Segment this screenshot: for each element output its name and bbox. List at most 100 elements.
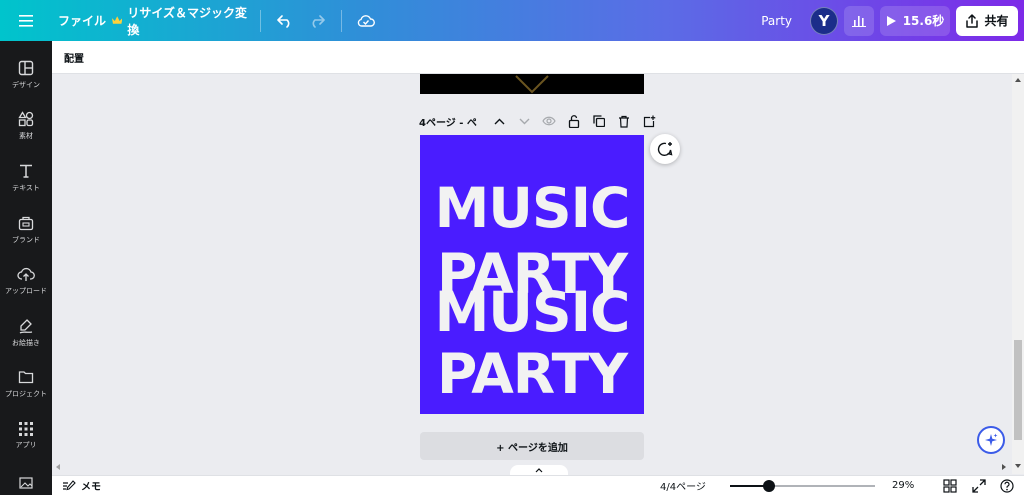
add-comment-button[interactable] bbox=[650, 134, 680, 164]
collapse-pages-button[interactable] bbox=[510, 465, 568, 475]
share-button[interactable]: 共有 bbox=[956, 5, 1018, 36]
projects-icon bbox=[18, 371, 34, 384]
sidebar-item-design[interactable]: デザイン bbox=[0, 50, 52, 100]
context-toolbar: 配置 bbox=[52, 41, 1024, 74]
duplicate-icon bbox=[593, 115, 606, 127]
undo-button[interactable] bbox=[269, 0, 301, 41]
share-icon bbox=[966, 13, 979, 28]
sidebar-item-label: テキスト bbox=[12, 184, 40, 192]
elements-icon bbox=[18, 111, 34, 127]
cloud-check-icon bbox=[357, 15, 375, 27]
eye-icon bbox=[542, 116, 557, 126]
sidebar-item-label: デザイン bbox=[12, 81, 40, 89]
page-count[interactable]: 4/4ページ bbox=[660, 478, 706, 493]
sidebar-item-projects[interactable]: プロジェクト bbox=[0, 359, 52, 409]
resize-magic-button[interactable]: リサイズ＆マジック変換 bbox=[112, 0, 252, 41]
upload-icon bbox=[17, 267, 35, 281]
brand-icon bbox=[18, 216, 34, 231]
avatar[interactable]: Y bbox=[810, 6, 838, 35]
zoom-slider-handle[interactable] bbox=[763, 480, 776, 492]
design-page[interactable]: MUSIC PARTY MUSIC PARTY bbox=[420, 135, 644, 414]
design-icon bbox=[18, 60, 34, 76]
present-duration: 15.6秒 bbox=[902, 14, 945, 28]
sparkle-icon bbox=[985, 433, 998, 446]
crown-icon bbox=[112, 16, 123, 24]
redo-button[interactable] bbox=[301, 0, 333, 41]
hamburger-icon bbox=[19, 14, 33, 27]
delete-page-button[interactable] bbox=[612, 112, 637, 130]
trash-icon bbox=[619, 115, 630, 128]
scroll-down-arrow-icon bbox=[1015, 464, 1021, 468]
sidebar: デザイン 素材 テキスト ブランド アップロード お絵描き プロジェクト アプリ bbox=[0, 41, 52, 495]
add-page-icon bbox=[643, 115, 656, 127]
add-page-button-small[interactable] bbox=[637, 112, 662, 130]
lock-page-button[interactable] bbox=[562, 112, 587, 130]
share-label: 共有 bbox=[984, 14, 1009, 28]
help-button[interactable] bbox=[1000, 479, 1014, 493]
scroll-up-arrow-icon bbox=[1015, 78, 1021, 82]
magic-assistant-button[interactable] bbox=[977, 426, 1005, 454]
sidebar-item-label: アプリ bbox=[15, 441, 37, 449]
zoom-level[interactable]: 29% bbox=[892, 480, 914, 491]
notes-label: メモ bbox=[81, 482, 101, 493]
sidebar-item-label: プロジェクト bbox=[5, 390, 47, 398]
zoom-slider[interactable] bbox=[730, 480, 875, 492]
scroll-left-arrow-icon bbox=[56, 464, 60, 470]
canvas-area[interactable]: 4ページ - ペ MUSIC PARTY MUSIC PARTY + ページを追 bbox=[52, 74, 1012, 474]
page-title-label[interactable]: 4ページ - ペ bbox=[419, 114, 477, 129]
poster-text-party-duplicate[interactable]: PARTY bbox=[420, 347, 644, 402]
menu-button[interactable] bbox=[0, 0, 52, 41]
draw-icon bbox=[19, 319, 33, 334]
sidebar-item-label: アップロード bbox=[5, 287, 47, 295]
gold-chevron-icon bbox=[515, 75, 549, 94]
sidebar-item-elements[interactable]: 素材 bbox=[0, 101, 52, 151]
help-icon bbox=[1000, 479, 1014, 493]
notes-pencil-icon bbox=[63, 479, 76, 490]
chevron-up-icon bbox=[535, 467, 543, 472]
undo-icon bbox=[277, 14, 290, 28]
previous-page-thumbnail[interactable] bbox=[420, 74, 644, 94]
grid-view-icon bbox=[943, 479, 957, 493]
chevron-up-icon bbox=[494, 118, 505, 124]
vertical-scroll-thumb[interactable] bbox=[1014, 340, 1022, 440]
page-toolbar: 4ページ - ペ bbox=[419, 112, 662, 130]
position-button[interactable]: 配置 bbox=[64, 50, 84, 65]
duplicate-page-button[interactable] bbox=[587, 112, 612, 130]
file-menu-button[interactable]: ファイル bbox=[52, 0, 112, 41]
bar-chart-icon bbox=[852, 15, 866, 27]
topbar-divider bbox=[341, 9, 342, 32]
image-icon bbox=[19, 477, 33, 489]
add-page-button[interactable]: + ページを追加 bbox=[420, 432, 644, 460]
grid-view-button[interactable] bbox=[943, 479, 957, 493]
redo-icon bbox=[312, 14, 325, 28]
poster-text-music[interactable]: MUSIC bbox=[420, 181, 644, 236]
sidebar-item-apps[interactable]: アプリ bbox=[0, 411, 52, 461]
sidebar-item-upload[interactable]: アップロード bbox=[0, 256, 52, 306]
top-bar: ファイル リサイズ＆マジック変換 Party Y 15.6秒 共有 bbox=[0, 0, 1024, 41]
poster-text-music-duplicate[interactable]: MUSIC bbox=[420, 285, 644, 340]
present-button[interactable]: 15.6秒 bbox=[880, 5, 950, 36]
topbar-divider bbox=[260, 9, 261, 32]
notes-button[interactable]: メモ bbox=[62, 478, 101, 493]
save-status-button[interactable] bbox=[350, 0, 382, 41]
chevron-down-icon bbox=[519, 118, 530, 124]
play-icon bbox=[886, 15, 896, 26]
hide-page-button[interactable] bbox=[537, 112, 562, 130]
sidebar-item-photos[interactable] bbox=[0, 471, 52, 495]
sidebar-item-brand[interactable]: ブランド bbox=[0, 205, 52, 255]
fullscreen-button[interactable] bbox=[972, 479, 986, 493]
sidebar-item-draw[interactable]: お絵描き bbox=[0, 308, 52, 358]
design-title[interactable]: Party bbox=[761, 0, 792, 41]
insights-button[interactable] bbox=[844, 5, 874, 36]
scroll-right-arrow-icon bbox=[1002, 464, 1006, 470]
resize-magic-label: リサイズ＆マジック変換 bbox=[127, 5, 248, 37]
fullscreen-icon bbox=[972, 479, 986, 493]
text-icon bbox=[20, 164, 32, 178]
sidebar-item-label: ブランド bbox=[12, 236, 40, 244]
sidebar-item-label: お絵描き bbox=[12, 339, 40, 347]
vertical-scrollbar[interactable] bbox=[1012, 74, 1024, 474]
move-up-button[interactable] bbox=[487, 112, 512, 130]
sidebar-item-text[interactable]: テキスト bbox=[0, 153, 52, 203]
move-down-button[interactable] bbox=[512, 112, 537, 130]
comment-add-icon bbox=[657, 142, 673, 156]
